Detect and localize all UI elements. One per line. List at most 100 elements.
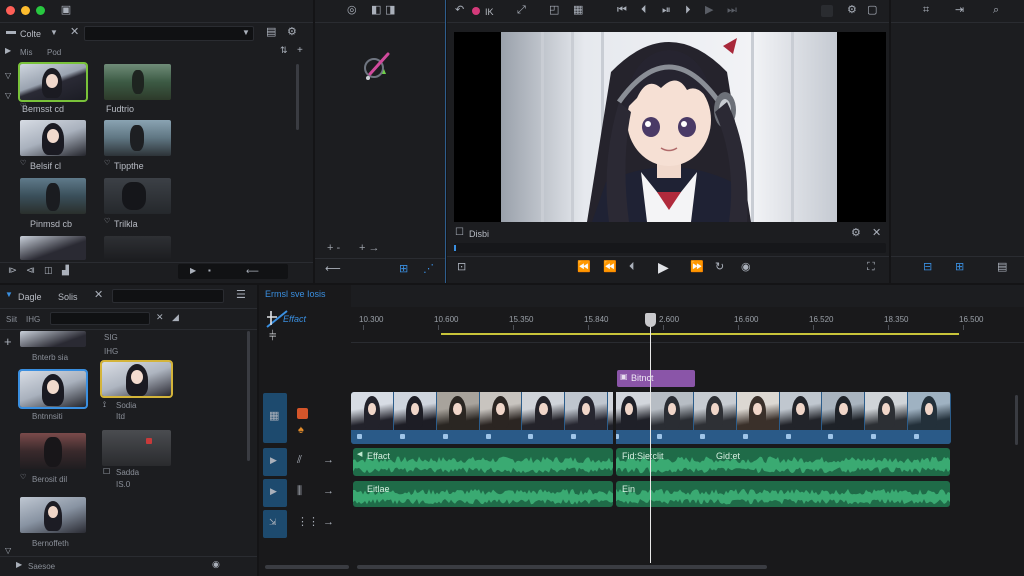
close-icon[interactable]: ✕ xyxy=(156,313,164,322)
back-icon[interactable]: ⟵ xyxy=(246,267,259,276)
track-header-video[interactable]: ▦ xyxy=(263,393,287,443)
play-icon[interactable]: ▶ xyxy=(190,267,196,275)
search-icon[interactable]: ⌕ xyxy=(993,5,999,16)
music-icon[interactable]: ◨ xyxy=(385,5,395,16)
close-icon[interactable]: ✕ xyxy=(70,27,79,38)
close-icon[interactable]: ✕ xyxy=(94,290,103,301)
viewer-swatch[interactable] xyxy=(821,5,833,17)
play-icon[interactable]: ▶ xyxy=(658,260,669,274)
settings-icon[interactable]: ⚙ xyxy=(851,228,861,239)
browser-search-field[interactable] xyxy=(84,26,254,41)
rewind-icon[interactable]: ⏪ xyxy=(577,262,591,273)
skip-start-icon[interactable]: ⏮ xyxy=(617,5,627,16)
video-canvas[interactable] xyxy=(454,32,886,222)
arrow-right-icon[interactable]: → xyxy=(323,517,334,528)
playhead-handle[interactable] xyxy=(645,313,656,327)
library-dropdown-label[interactable]: Colte xyxy=(20,29,41,39)
disclosure-triangle-icon[interactable]: ▼ xyxy=(5,291,13,299)
timeline-v-scrollbar[interactable] xyxy=(1015,395,1018,445)
index-icon[interactable]: ⌗ xyxy=(923,5,929,16)
color-swatch-icon[interactable] xyxy=(297,408,308,419)
add-icon[interactable]: + xyxy=(4,335,12,348)
marker-icon[interactable]: ▪ xyxy=(208,267,211,275)
close-icon[interactable]: ✕ xyxy=(872,228,881,239)
column-header-b[interactable]: Pod xyxy=(47,48,61,57)
grid-icon[interactable]: ⊞ xyxy=(399,264,408,275)
color-brush-icon[interactable] xyxy=(360,48,396,84)
skip-back-icon[interactable]: ⏪ xyxy=(603,262,617,273)
back-arrow-icon[interactable]: ↶ xyxy=(455,5,464,16)
viewer-scrubber[interactable] xyxy=(454,243,886,253)
disclosure-triangle-icon[interactable]: ▽ xyxy=(5,547,11,555)
media-thumbnail[interactable] xyxy=(104,236,171,260)
search-dropdown-chevron-icon[interactable]: ▼ xyxy=(242,29,250,37)
column-header-a[interactable]: Mis xyxy=(20,48,32,57)
media-thumbnail[interactable] xyxy=(20,433,86,469)
range-bar[interactable] xyxy=(441,333,959,335)
media-thumbnail[interactable] xyxy=(20,120,86,156)
audio-skim-icon[interactable]: ⧏ xyxy=(26,266,35,275)
crop-icon[interactable]: ◰ xyxy=(549,5,559,16)
disclosure-triangle-icon[interactable]: ▽ xyxy=(5,92,11,100)
sort-icon[interactable]: ⇅ xyxy=(280,46,288,55)
media-thumbnail[interactable] xyxy=(100,360,173,398)
title-clip[interactable]: ▣ Bitnct xyxy=(617,370,695,387)
close-window-button[interactable] xyxy=(6,6,15,15)
minimize-window-button[interactable] xyxy=(21,6,30,15)
track-header-audio-1[interactable]: ▶ xyxy=(263,448,287,476)
filmstrip-view-icon[interactable]: ▤ xyxy=(266,27,276,38)
layout-icon[interactable]: ⊟ xyxy=(923,262,932,273)
playhead[interactable] xyxy=(650,315,651,563)
settings-icon[interactable]: ⚙ xyxy=(847,5,857,16)
fast-forward-icon[interactable]: ⏩ xyxy=(690,262,704,273)
media-thumbnail[interactable] xyxy=(20,497,86,533)
waveform-icon[interactable]: ◫ xyxy=(44,266,53,275)
media-thumbnail[interactable] xyxy=(104,178,171,214)
media-thumbnail[interactable] xyxy=(20,331,86,347)
arrow-right-icon[interactable]: → xyxy=(323,486,334,497)
disclosure-triangle-icon[interactable]: ▽ xyxy=(5,72,11,80)
media-thumbnail[interactable] xyxy=(104,120,171,156)
inspector-adjust-button[interactable]: + - xyxy=(327,242,340,254)
clipboard-icon[interactable]: ▤ xyxy=(997,262,1007,273)
track-header-audio-3[interactable]: ⇲ xyxy=(263,510,287,538)
play-small-icon[interactable]: ▶ xyxy=(5,47,11,55)
inspector-move-button[interactable]: + → xyxy=(359,242,379,254)
transform-icon[interactable]: ⤢ xyxy=(517,5,526,16)
filter-dropdown[interactable] xyxy=(50,312,150,325)
mixer-icon[interactable]: ⋮⋮ xyxy=(297,517,319,528)
fullscreen-icon[interactable]: ⛶ xyxy=(867,262,875,273)
audio-enhance-icon[interactable]: ♠ xyxy=(298,425,304,436)
camera-icon[interactable]: ◎ xyxy=(347,5,357,16)
audio-clip-1b[interactable]: Fid:Sie:clit Gid:et xyxy=(616,448,950,476)
track-header-audio-2[interactable]: ▶ xyxy=(263,479,287,507)
audio-icon[interactable]: ◉ xyxy=(741,262,751,273)
window-icon[interactable]: ▢ xyxy=(867,5,877,16)
audio-clip-2a[interactable]: Eitlae xyxy=(353,481,613,507)
view-options-icon[interactable]: ⊡ xyxy=(457,262,466,273)
effect-tool-label[interactable]: Effact xyxy=(283,314,306,324)
sidebar-toggle-icon[interactable]: ▣ xyxy=(60,4,72,16)
audio-clip-1a[interactable]: ◀ Effact xyxy=(353,448,613,476)
media-thumbnail[interactable] xyxy=(18,369,88,409)
blade-tool-icon[interactable]: ⫩ xyxy=(269,329,276,342)
timeline-h-scrollbar[interactable] xyxy=(265,565,349,569)
skip-end-icon[interactable]: ⏭ xyxy=(727,5,737,16)
browser-scrollbar[interactable] xyxy=(296,64,299,130)
step-back-icon[interactable]: ⏴ xyxy=(629,262,635,273)
media-thumbnail[interactable] xyxy=(18,62,88,102)
waveform-icon[interactable]: ⫼ xyxy=(297,486,302,497)
zoom-window-button[interactable] xyxy=(36,6,45,15)
settings-icon[interactable]: ⚙ xyxy=(287,27,297,38)
clip-appearance-icon[interactable]: ▟ xyxy=(62,266,69,275)
video-clip-strip[interactable] xyxy=(351,392,951,444)
share-icon[interactable]: ⇥ xyxy=(955,5,964,16)
slant-lines-icon[interactable]: ⋰ xyxy=(423,264,434,275)
grid-icon[interactable]: ⊞ xyxy=(955,262,964,273)
library-scrollbar[interactable] xyxy=(247,331,250,461)
photo-icon[interactable]: ◧ xyxy=(371,5,381,16)
media-thumbnail[interactable] xyxy=(102,430,171,466)
timeline-h-scrollbar-thumb[interactable] xyxy=(357,565,767,569)
clip-checkbox-icon[interactable]: ☐ xyxy=(455,228,464,238)
audio-clip-2b[interactable]: Ein xyxy=(616,481,950,507)
